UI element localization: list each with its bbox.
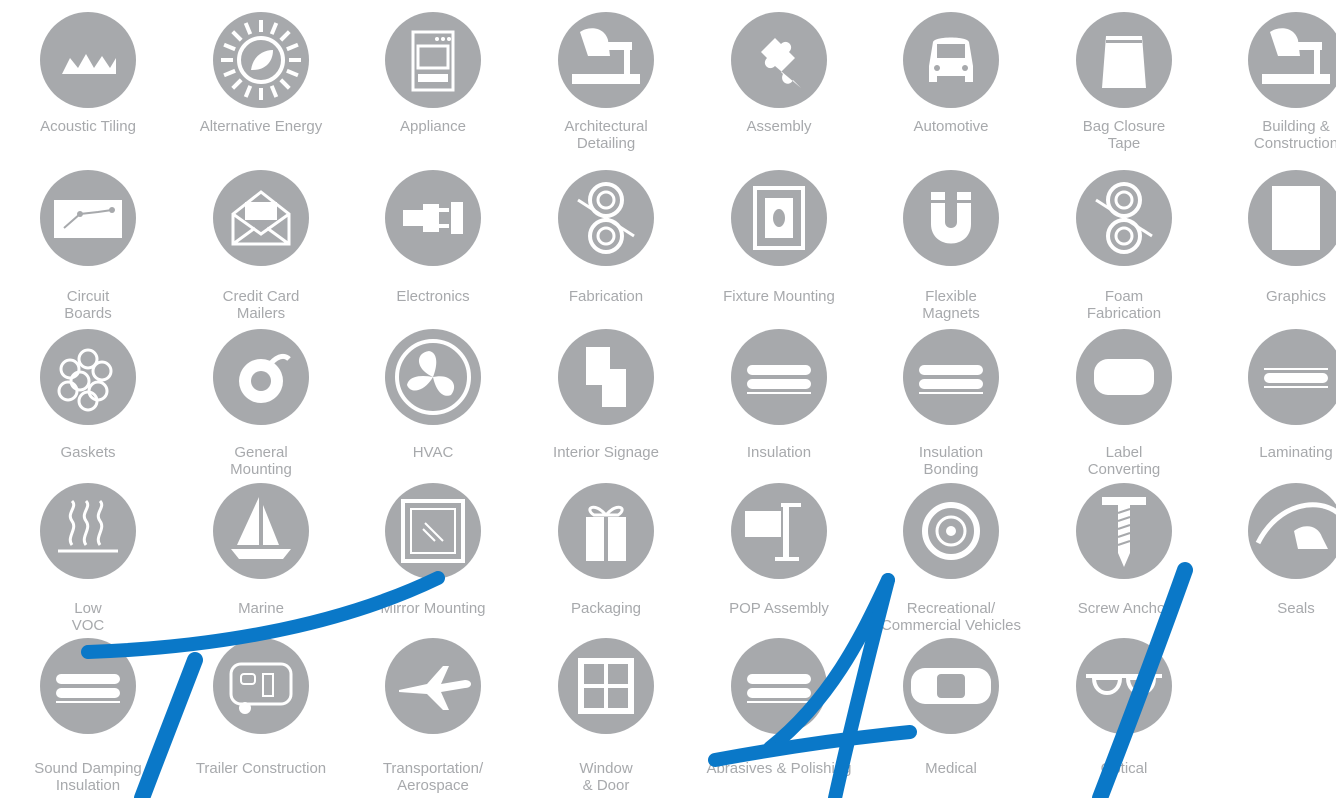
- industry-label: Graphics: [1265, 288, 1327, 305]
- industry-label: Screw Anchor: [1077, 600, 1171, 617]
- frame-icon: [731, 170, 827, 266]
- industry-label: Window & Door: [579, 760, 633, 794]
- industry-label: Electronics: [396, 288, 470, 305]
- mirror-icon: [385, 483, 481, 579]
- wheel-icon: [903, 483, 999, 579]
- layers-icon: [731, 329, 827, 425]
- industry-label: Sound Damping Insulation: [34, 760, 142, 794]
- layers-icon: [731, 638, 827, 734]
- sailboat-icon: [213, 483, 309, 579]
- laminate-icon: [1248, 329, 1336, 425]
- display-stand-icon: [731, 483, 827, 579]
- sign-icon: [558, 329, 654, 425]
- acoustic-tiling-icon: [40, 12, 136, 108]
- stove-icon: [385, 12, 481, 108]
- gift-icon: [558, 483, 654, 579]
- industry-label: Assembly: [746, 118, 812, 135]
- trailer-icon: [213, 638, 309, 734]
- industry-label: Abrasives & Polishing: [706, 760, 852, 777]
- car-icon: [903, 12, 999, 108]
- bag-icon: [1076, 12, 1172, 108]
- hand-hammer-icon: [558, 12, 654, 108]
- industry-label: POP Assembly: [729, 600, 829, 617]
- label-icon: [1076, 329, 1172, 425]
- fan-icon: [385, 329, 481, 425]
- airplane-icon: [385, 638, 481, 734]
- industry-label: Marine: [238, 600, 284, 617]
- window-icon: [558, 638, 654, 734]
- seal-icon: [1248, 483, 1336, 579]
- sheet-icon: [1248, 170, 1336, 266]
- industry-label: Medical: [925, 760, 977, 777]
- industry-label: Fabrication: [568, 288, 644, 305]
- sun-leaf-icon: [213, 12, 309, 108]
- circuit-board-icon: [40, 170, 136, 266]
- industry-label: Bag Closure Tape: [1082, 118, 1166, 152]
- bandage-icon: [903, 638, 999, 734]
- tape-roll-icon: [213, 329, 309, 425]
- industry-label: Acoustic Tiling: [40, 118, 136, 135]
- industry-label: Circuit Boards: [64, 288, 112, 322]
- industry-label: Interior Signage: [553, 444, 659, 461]
- industry-label: Insulation Bonding: [918, 444, 984, 478]
- industry-label: Packaging: [570, 600, 642, 617]
- hand-hammer-icon: [1248, 12, 1336, 108]
- industry-label: Flexible Magnets: [922, 288, 980, 322]
- industry-label: Fixture Mounting: [723, 288, 835, 305]
- industry-label: Recreational/ Commercial Vehicles: [880, 600, 1022, 634]
- layers-icon: [903, 329, 999, 425]
- magnet-icon: [903, 170, 999, 266]
- glasses-icon: [1076, 638, 1172, 734]
- vapor-icon: [40, 483, 136, 579]
- screw-icon: [1076, 483, 1172, 579]
- industry-label: Credit Card Mailers: [222, 288, 300, 322]
- industry-label: Optical: [1100, 760, 1148, 777]
- industry-label: Laminating: [1259, 444, 1333, 461]
- industry-label: Architectural Detailing: [564, 118, 648, 152]
- industry-label: Trailer Construction: [195, 760, 327, 777]
- industry-label: Building & Construction: [1253, 118, 1336, 152]
- industry-label: Seals: [1277, 600, 1315, 617]
- industry-label: General Mounting: [230, 444, 292, 478]
- industry-label: Transportation/ Aerospace: [382, 760, 484, 794]
- industry-label: Low VOC: [71, 600, 105, 634]
- rollers-icon: [1076, 170, 1172, 266]
- industry-label: Appliance: [400, 118, 466, 135]
- envelope-icon: [213, 170, 309, 266]
- plug-icon: [385, 170, 481, 266]
- layers-icon: [40, 638, 136, 734]
- industry-label: Gaskets: [60, 444, 116, 461]
- industry-label: Foam Fabrication: [1086, 288, 1162, 322]
- industry-icon-grid: Acoustic Tiling Alternative Energy Applian…: [0, 0, 1336, 798]
- industry-label: Alternative Energy: [199, 118, 323, 135]
- rollers-icon: [558, 170, 654, 266]
- industry-label: Mirror Mounting: [380, 600, 486, 617]
- puzzle-piece-icon: [731, 12, 827, 108]
- industry-label: HVAC: [412, 444, 454, 461]
- industry-label: Insulation: [746, 444, 812, 461]
- rings-icon: [40, 329, 136, 425]
- industry-label: Label Converting: [1087, 444, 1161, 478]
- industry-label: Automotive: [913, 118, 989, 135]
